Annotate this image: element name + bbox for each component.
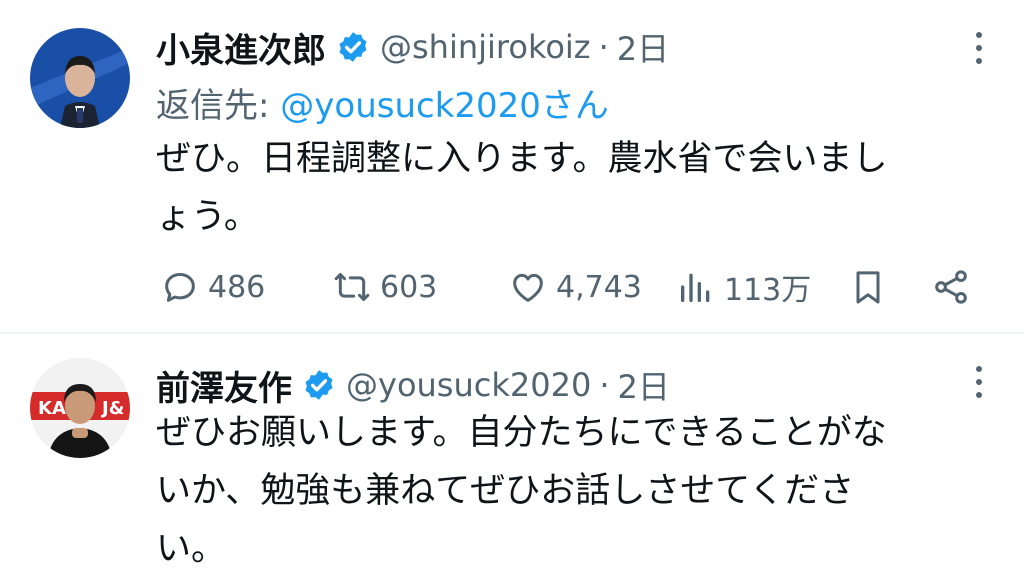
bookmark-icon bbox=[856, 271, 880, 304]
tweet-text-line: ぜひお願いします。自分たちにできることがな bbox=[156, 413, 887, 453]
tweet-text-line: いか、勉強も兼ねてぜひお話しさせてくださ bbox=[156, 471, 855, 511]
verified-badge-icon bbox=[305, 370, 333, 400]
more-icon[interactable] bbox=[974, 32, 984, 71]
reply-mention-link[interactable]: @yousuck2020さん bbox=[280, 86, 609, 126]
handle[interactable]: @yousuck2020 bbox=[346, 366, 591, 404]
tweet-text-line: ぜひ。日程調整に入ります。農水省で会いまし bbox=[156, 139, 888, 179]
like-button[interactable]: 4,743 bbox=[508, 262, 642, 312]
reply-button[interactable]: 486 bbox=[160, 262, 265, 312]
tweet[interactable]: 小泉進次郎 @shinjirokoiz · 2日 返信先: @yousuck20… bbox=[0, 0, 1024, 330]
reply-context: 返信先: @yousuck2020さん bbox=[156, 78, 609, 127]
separator-dot: · bbox=[599, 366, 610, 404]
tweet-header: 前澤友作 @yousuck2020 · 2日 bbox=[156, 360, 964, 410]
tweet-header: 小泉進次郎 @shinjirokoiz · 2日 bbox=[156, 22, 964, 72]
retweet-button[interactable]: 603 bbox=[332, 262, 437, 312]
share-button[interactable] bbox=[931, 262, 979, 312]
more-icon[interactable] bbox=[974, 366, 984, 405]
display-name[interactable]: 小泉進次郎 bbox=[156, 23, 326, 72]
handle[interactable]: @shinjirokoiz bbox=[380, 28, 591, 66]
timestamp[interactable]: 2日 bbox=[617, 24, 669, 70]
tweet[interactable]: KA J& 前澤友作 @yousuck2020 · 2日 ぜひお願いします。自分… bbox=[0, 336, 1024, 576]
views-button[interactable]: 113万 bbox=[676, 262, 811, 312]
svg-text:KA: KA bbox=[38, 398, 66, 419]
tweet-text: ぜひ。日程調整に入ります。農水省で会いまし ょう。 bbox=[156, 130, 996, 246]
views-icon bbox=[681, 273, 710, 302]
tweet-text-line: ょう。 bbox=[156, 197, 259, 237]
share-icon bbox=[935, 270, 967, 304]
bookmark-button[interactable] bbox=[848, 262, 896, 312]
retweet-icon bbox=[334, 273, 370, 301]
avatar[interactable]: KA J& bbox=[30, 358, 130, 458]
divider bbox=[0, 332, 1024, 334]
timestamp[interactable]: 2日 bbox=[617, 362, 669, 408]
like-icon bbox=[513, 273, 543, 302]
reply-icon bbox=[165, 273, 195, 302]
tweet-text-line: い。 bbox=[156, 529, 227, 569]
verified-badge-icon bbox=[339, 32, 367, 62]
like-count: 4,743 bbox=[556, 269, 642, 305]
reply-count: 486 bbox=[208, 269, 266, 305]
action-bar: 486 603 4,743 113万 bbox=[156, 262, 976, 312]
tweet-text: ぜひお願いします。自分たちにできることがな いか、勉強も兼ねてぜひお話しさせてく… bbox=[156, 404, 996, 578]
svg-text:J&: J& bbox=[100, 398, 124, 419]
separator-dot: · bbox=[598, 28, 609, 66]
display-name[interactable]: 前澤友作 bbox=[156, 361, 292, 410]
avatar[interactable] bbox=[30, 28, 130, 128]
reply-prefix: 返信先: bbox=[156, 86, 281, 126]
views-count: 113万 bbox=[724, 273, 812, 308]
retweet-count: 603 bbox=[380, 269, 438, 305]
